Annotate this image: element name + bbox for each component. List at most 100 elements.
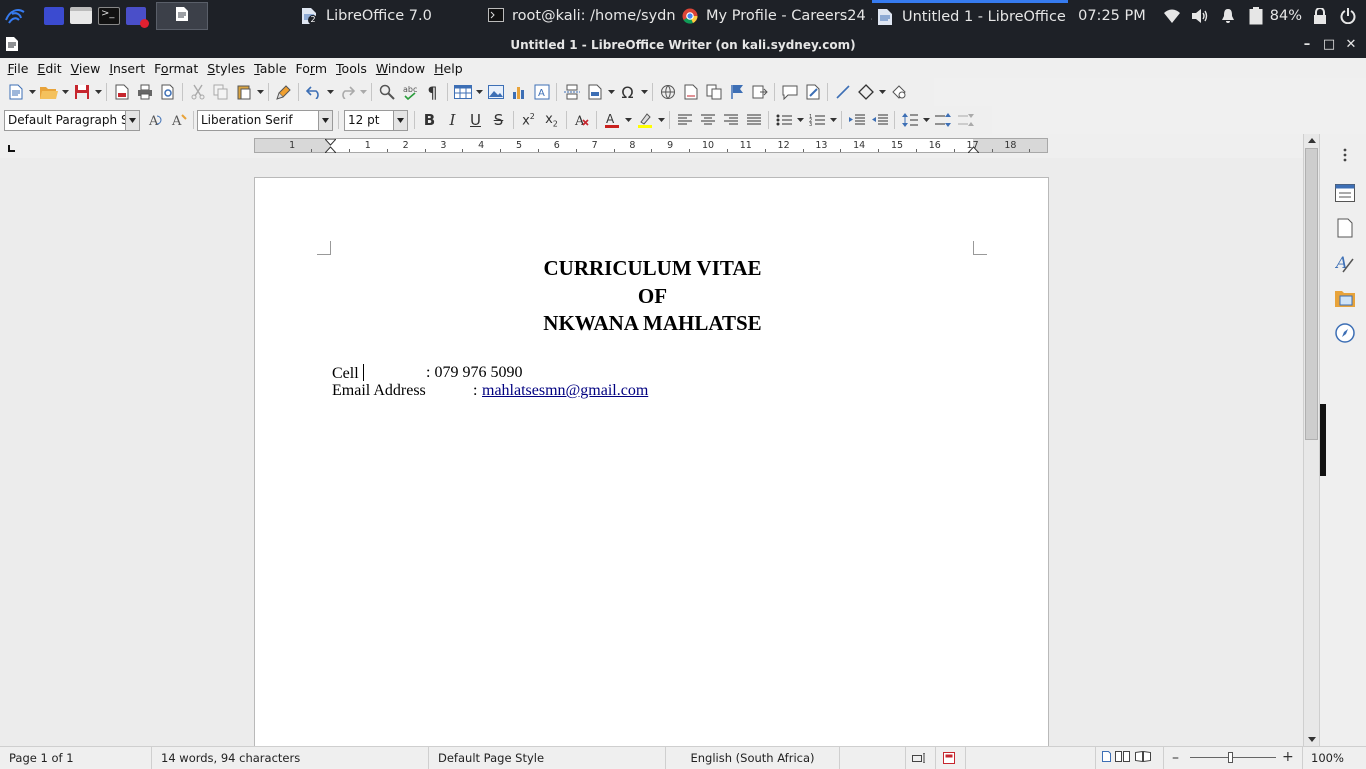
cross-ref-field-icon[interactable] (748, 81, 771, 103)
paste-icon[interactable] (232, 81, 255, 103)
document-page[interactable]: CURRICULUM VITAE OF NKWANA MAHLATSE Cell… (254, 177, 1049, 746)
highlight-color-icon[interactable] (633, 109, 656, 131)
wifi-icon[interactable] (1158, 9, 1186, 23)
chevron-down-icon[interactable] (795, 109, 805, 131)
undo-icon[interactable] (302, 81, 325, 103)
cross-reference-icon[interactable] (702, 81, 725, 103)
new-document-icon[interactable] (4, 81, 27, 103)
update-style-icon[interactable]: A (144, 109, 167, 131)
window-titlebar[interactable]: Untitled 1 - LibreOffice Writer (on kali… (0, 31, 1366, 58)
chevron-down-icon[interactable] (393, 110, 407, 130)
copy-icon[interactable] (209, 81, 232, 103)
cut-icon[interactable] (186, 81, 209, 103)
navigator-icon[interactable] (1334, 322, 1356, 344)
email-link[interactable]: mahlatsesmn@gmail.com (482, 382, 648, 400)
maximize-button[interactable]: □ (1318, 37, 1340, 52)
chevron-down-icon[interactable] (639, 81, 649, 103)
formatting-marks-icon[interactable]: ¶ (421, 81, 444, 103)
chevron-down-icon[interactable] (606, 81, 616, 103)
print-icon[interactable] (133, 81, 156, 103)
task-libreoffice[interactable]: 2 LibreOffice 7.0 (296, 0, 482, 31)
track-changes-icon[interactable] (801, 81, 824, 103)
subscript-icon[interactable]: x2 (540, 109, 563, 131)
chevron-down-icon[interactable] (358, 81, 368, 103)
chevron-down-icon[interactable] (93, 81, 103, 103)
align-left-icon[interactable] (673, 109, 696, 131)
zoom-in-icon[interactable]: + (1282, 749, 1294, 765)
zoom-out-icon[interactable]: – (1172, 750, 1179, 766)
clone-formatting-icon[interactable] (272, 81, 295, 103)
paragraph-spacing-icon[interactable] (931, 109, 954, 131)
numbered-list-icon[interactable]: 123 (805, 109, 828, 131)
spelling-icon[interactable]: abc (398, 81, 421, 103)
justify-icon[interactable] (742, 109, 765, 131)
chevron-down-icon[interactable] (474, 81, 484, 103)
bullet-list-icon[interactable] (772, 109, 795, 131)
italic-icon[interactable]: I (441, 109, 464, 131)
page-icon[interactable] (1334, 217, 1356, 239)
insert-textbox-icon[interactable]: A (530, 81, 553, 103)
insert-chart-icon[interactable] (507, 81, 530, 103)
draw-functions-icon[interactable] (887, 81, 910, 103)
file-manager-icon[interactable] (70, 7, 92, 24)
new-style-icon[interactable]: A (167, 109, 190, 131)
scrollbar-thumb[interactable] (1305, 148, 1318, 440)
kali-menu-icon[interactable] (0, 0, 30, 31)
footnote-icon[interactable] (679, 81, 702, 103)
gallery-icon[interactable] (1334, 287, 1356, 309)
font-name-combo[interactable]: Liberation Serif (197, 109, 333, 131)
menu-format[interactable]: Format (150, 61, 203, 76)
page-style[interactable]: Default Page Style (429, 746, 666, 769)
chevron-down-icon[interactable] (318, 110, 332, 130)
properties-icon[interactable] (1334, 182, 1356, 204)
superscript-icon[interactable]: x2 (517, 109, 540, 131)
menu-form[interactable]: Form (291, 61, 332, 76)
left-indent-marker-icon[interactable] (323, 138, 338, 156)
chevron-down-icon[interactable] (656, 109, 666, 131)
decrease-indent-icon[interactable] (868, 109, 891, 131)
task-writer-active[interactable]: Untitled 1 - LibreOffice ... (872, 0, 1068, 31)
save-icon[interactable] (70, 81, 93, 103)
digital-signature-area[interactable] (966, 746, 1096, 769)
clear-formatting-icon[interactable]: A (570, 109, 593, 131)
align-center-icon[interactable] (696, 109, 719, 131)
menu-edit[interactable]: Edit (33, 61, 66, 76)
insert-table-icon[interactable] (451, 81, 474, 103)
strikethrough-icon[interactable]: S (487, 109, 510, 131)
workspace-switcher[interactable] (156, 1, 208, 30)
chevron-down-icon[interactable] (325, 81, 335, 103)
horizontal-ruler[interactable]: 1 1 2 3 4 5 6 7 8 9 10 11 12 13 14 15 16 17 18 (254, 138, 1048, 156)
insert-line-icon[interactable] (831, 81, 854, 103)
single-page-view-icon[interactable] (1102, 750, 1111, 765)
scroll-down-icon[interactable] (1304, 733, 1319, 746)
sidebar-collapse-handle[interactable] (1320, 404, 1326, 476)
show-desktop-icon[interactable] (44, 6, 64, 25)
document-modified-icon[interactable] (936, 746, 966, 769)
font-size-combo[interactable]: 12 pt (344, 109, 408, 131)
task-terminal[interactable]: root@kali: /home/sydney (482, 0, 676, 31)
comment-icon[interactable] (778, 81, 801, 103)
clock[interactable]: 07:25 PM (1078, 8, 1146, 24)
underline-icon[interactable]: U (464, 109, 487, 131)
insert-field-icon[interactable] (583, 81, 606, 103)
menu-file[interactable]: File (3, 61, 33, 76)
notification-bell-icon[interactable] (1214, 8, 1242, 24)
vertical-scrollbar[interactable] (1303, 134, 1319, 746)
page-count[interactable]: Page 1 of 1 (0, 746, 152, 769)
special-character-icon[interactable]: Ω (616, 81, 639, 103)
tab-stop-icon[interactable] (8, 142, 16, 156)
open-folder-icon[interactable] (37, 81, 60, 103)
bookmark-icon[interactable] (725, 81, 748, 103)
minimize-button[interactable]: – (1296, 37, 1318, 52)
menu-insert[interactable]: Insert (105, 61, 150, 76)
multi-page-view-icon[interactable] (1115, 750, 1131, 765)
sidebar-menu-icon[interactable] (1334, 144, 1356, 166)
menu-view[interactable]: View (66, 61, 105, 76)
find-replace-icon[interactable] (375, 81, 398, 103)
menu-window[interactable]: Window (371, 61, 429, 76)
lock-icon[interactable] (1306, 7, 1334, 24)
zoom-track[interactable] (1190, 756, 1276, 758)
zoom-slider[interactable]: – + (1164, 747, 1302, 769)
zoom-level[interactable]: 100% (1302, 746, 1348, 769)
menu-tools[interactable]: Tools (332, 61, 372, 76)
